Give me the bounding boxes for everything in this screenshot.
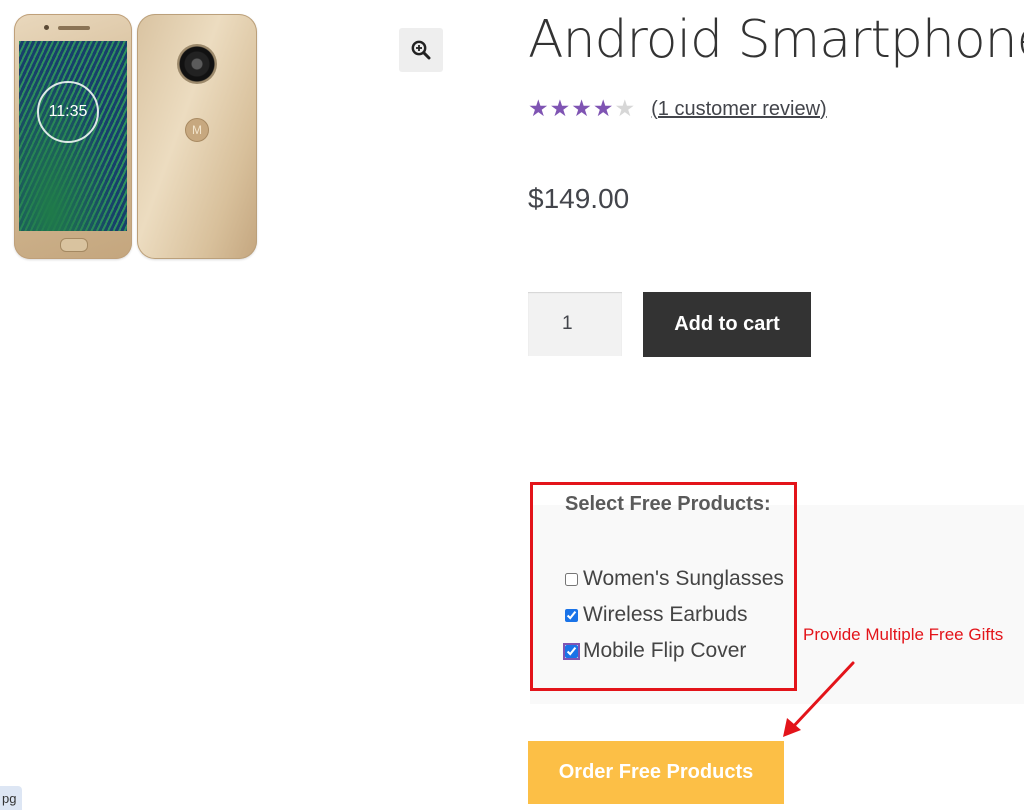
zoom-in-icon xyxy=(411,40,431,60)
free-option-wireless-earbuds[interactable]: Wireless Earbuds xyxy=(565,603,748,627)
phone-back-image: M xyxy=(137,14,257,259)
focused-checkbox-ring xyxy=(563,642,580,660)
free-option-label: Mobile Flip Cover xyxy=(583,639,747,662)
star-icon: ★ xyxy=(571,96,592,122)
customer-review-link[interactable]: (1 customer review) xyxy=(651,98,827,121)
rear-camera xyxy=(177,44,217,84)
star-icon: ★ xyxy=(549,96,571,122)
phone-speaker xyxy=(58,26,90,30)
rating-stars: ★ ★ ★ ★ ★ xyxy=(528,96,635,122)
order-free-products-button[interactable]: Order Free Products xyxy=(528,741,784,804)
free-option-label: Women's Sunglasses xyxy=(583,567,784,590)
phone-front-image: 11:35 xyxy=(14,14,132,259)
free-products-heading: Select Free Products: xyxy=(565,493,771,515)
phone-clock: 11:35 xyxy=(37,81,99,143)
womens-sunglasses-checkbox[interactable] xyxy=(565,572,578,586)
product-title: Android Smartphone xyxy=(528,10,1024,70)
add-to-cart-button[interactable]: Add to cart xyxy=(643,292,811,357)
free-option-label: Wireless Earbuds xyxy=(583,603,748,626)
free-option-womens-sunglasses[interactable]: Women's Sunglasses xyxy=(565,567,784,591)
annotation-arrow-icon xyxy=(783,661,855,737)
product-image[interactable]: 11:35 M xyxy=(0,0,270,270)
product-price: $149.00 xyxy=(528,183,630,214)
star-icon: ★ xyxy=(614,96,636,122)
wireless-earbuds-checkbox[interactable] xyxy=(565,608,578,622)
corner-tag: pg xyxy=(0,786,23,810)
front-camera xyxy=(44,25,49,30)
quantity-input[interactable] xyxy=(528,292,622,356)
phone-screen: 11:35 xyxy=(19,41,127,231)
star-icon: ★ xyxy=(528,96,549,122)
annotation-text: Provide Multiple Free Gifts xyxy=(803,625,1004,644)
phone-home-button xyxy=(60,238,88,252)
free-option-mobile-flip-cover[interactable]: Mobile Flip Cover xyxy=(563,639,747,663)
brand-logo: M xyxy=(185,118,209,142)
product-rating: ★ ★ ★ ★ ★ (1 customer review) xyxy=(528,96,827,122)
mobile-flip-cover-checkbox[interactable] xyxy=(565,644,578,658)
star-icon: ★ xyxy=(592,96,614,122)
zoom-button[interactable] xyxy=(399,28,443,72)
